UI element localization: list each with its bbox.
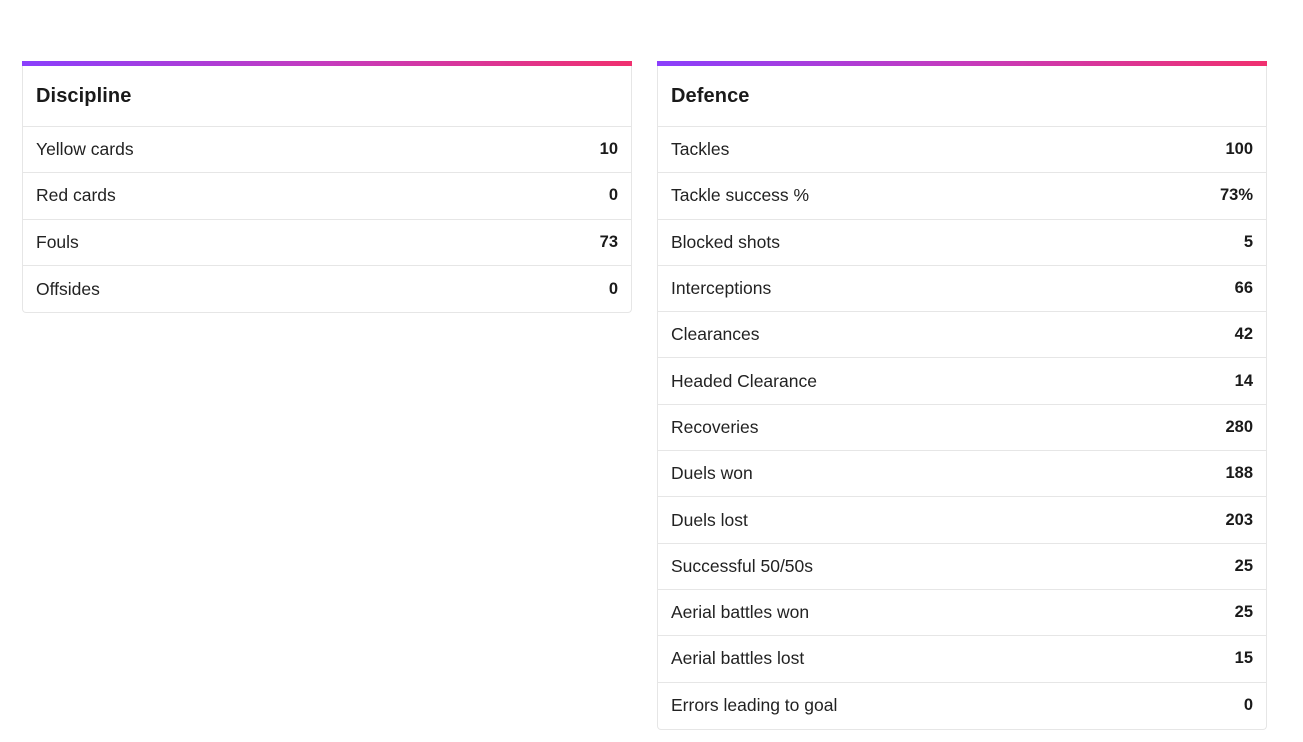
stat-row-headed-clearance: Headed Clearance 14 (658, 358, 1266, 405)
stat-value: 73% (1219, 186, 1253, 205)
stat-value: 25 (1234, 603, 1253, 622)
stat-label: Duels won (671, 463, 753, 484)
stat-label: Clearances (671, 324, 760, 345)
stat-row-yellow-cards: Yellow cards 10 (23, 127, 631, 174)
card-title: Discipline (36, 84, 132, 107)
stat-row-duels-won: Duels won 188 (658, 451, 1266, 498)
stat-value: 100 (1225, 140, 1253, 159)
stat-row-recoveries: Recoveries 280 (658, 405, 1266, 452)
stat-label: Headed Clearance (671, 370, 817, 391)
defence-card: Defence Tackles 100 Tackle success % 73%… (657, 61, 1267, 730)
stat-row-tackles: Tackles 100 (658, 127, 1266, 174)
stat-list: Tackles 100 Tackle success % 73% Blocked… (658, 127, 1266, 729)
stat-row-offsides: Offsides 0 (23, 266, 631, 312)
stat-value: 15 (1234, 649, 1253, 668)
stat-row-duels-lost: Duels lost 203 (658, 497, 1266, 544)
stat-value: 10 (599, 140, 618, 159)
card-title: Defence (671, 84, 750, 107)
stats-page: Discipline Yellow cards 10 Red cards 0 F… (0, 0, 1303, 742)
stat-value: 14 (1234, 371, 1253, 390)
stat-label: Offsides (36, 278, 100, 299)
stat-value: 188 (1225, 464, 1253, 483)
stat-label: Blocked shots (671, 231, 780, 252)
stat-label: Tackle success % (671, 185, 810, 206)
stat-row-fouls: Fouls 73 (23, 220, 631, 266)
stat-label: Red cards (36, 185, 116, 206)
stat-value: 0 (608, 186, 618, 205)
stat-label: Recoveries (671, 416, 759, 437)
stat-row-interceptions: Interceptions 66 (658, 266, 1266, 313)
stat-value: 66 (1234, 279, 1253, 298)
stat-list: Yellow cards 10 Red cards 0 Fouls 73 Off… (23, 127, 631, 312)
card-header: Defence (658, 66, 1266, 127)
stat-label: Errors leading to goal (671, 695, 838, 716)
stat-label: Successful 50/50s (671, 555, 814, 576)
stat-row-errors-leading-to-goal: Errors leading to goal 0 (658, 683, 1266, 729)
stat-value: 25 (1234, 556, 1253, 575)
stat-label: Duels lost (671, 509, 748, 530)
stat-label: Fouls (36, 231, 79, 252)
stat-value: 0 (1243, 696, 1253, 715)
stat-label: Aerial battles won (671, 602, 810, 623)
stat-label: Yellow cards (36, 139, 134, 160)
stat-row-successful-50-50s: Successful 50/50s 25 (658, 544, 1266, 590)
stat-row-aerial-battles-won: Aerial battles won 25 (658, 590, 1266, 637)
stat-value: 280 (1225, 417, 1253, 436)
stat-label: Tackles (671, 139, 730, 160)
card-header: Discipline (23, 66, 631, 127)
stat-label: Aerial battles lost (671, 648, 805, 669)
stat-value: 0 (608, 279, 618, 298)
stat-row-red-cards: Red cards 0 (23, 173, 631, 220)
stat-row-blocked-shots: Blocked shots 5 (658, 220, 1266, 266)
discipline-card: Discipline Yellow cards 10 Red cards 0 F… (22, 61, 632, 314)
stat-value: 5 (1243, 232, 1253, 251)
stat-row-tackle-success: Tackle success % 73% (658, 173, 1266, 220)
stat-value: 42 (1234, 325, 1253, 344)
stat-label: Interceptions (671, 278, 772, 299)
stat-value: 73 (599, 232, 618, 251)
stat-row-aerial-battles-lost: Aerial battles lost 15 (658, 636, 1266, 683)
stat-row-clearances: Clearances 42 (658, 312, 1266, 359)
stat-value: 203 (1225, 510, 1253, 529)
